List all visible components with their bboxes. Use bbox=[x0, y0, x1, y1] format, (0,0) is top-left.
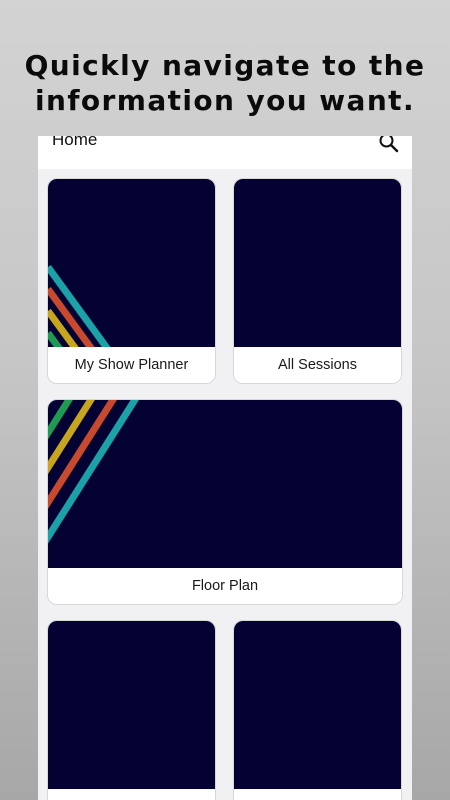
tile-label: My Show Planner bbox=[48, 347, 215, 383]
stripes-graphic bbox=[48, 400, 139, 544]
tile-label bbox=[48, 789, 215, 800]
headline-line-1: Quickly navigate to the bbox=[24, 49, 426, 82]
top-bar: Home bbox=[38, 136, 412, 169]
tile-artwork bbox=[48, 400, 402, 570]
tile-bottom-left[interactable] bbox=[47, 620, 216, 800]
tile-artwork bbox=[234, 179, 401, 349]
tile-label: Floor Plan bbox=[48, 568, 402, 604]
tile-label: All Sessions bbox=[234, 347, 401, 383]
tile-artwork bbox=[48, 179, 215, 349]
promo-headline: Quickly navigate to the information you … bbox=[0, 48, 450, 118]
search-icon[interactable] bbox=[378, 136, 400, 154]
tile-label bbox=[234, 789, 401, 800]
app-screen: Home My Show Planner All Sessions Floor … bbox=[38, 136, 412, 800]
page-title: Home bbox=[52, 136, 98, 149]
stripes-graphic bbox=[48, 264, 112, 349]
tile-bottom-right[interactable] bbox=[233, 620, 402, 800]
tile-artwork bbox=[234, 621, 401, 791]
tile-artwork bbox=[48, 621, 215, 791]
tile-floor-plan[interactable]: Floor Plan bbox=[47, 399, 403, 605]
headline-line-2: information you want. bbox=[34, 84, 415, 117]
tile-all-sessions[interactable]: All Sessions bbox=[233, 178, 402, 384]
tile-my-show-planner[interactable]: My Show Planner bbox=[47, 178, 216, 384]
